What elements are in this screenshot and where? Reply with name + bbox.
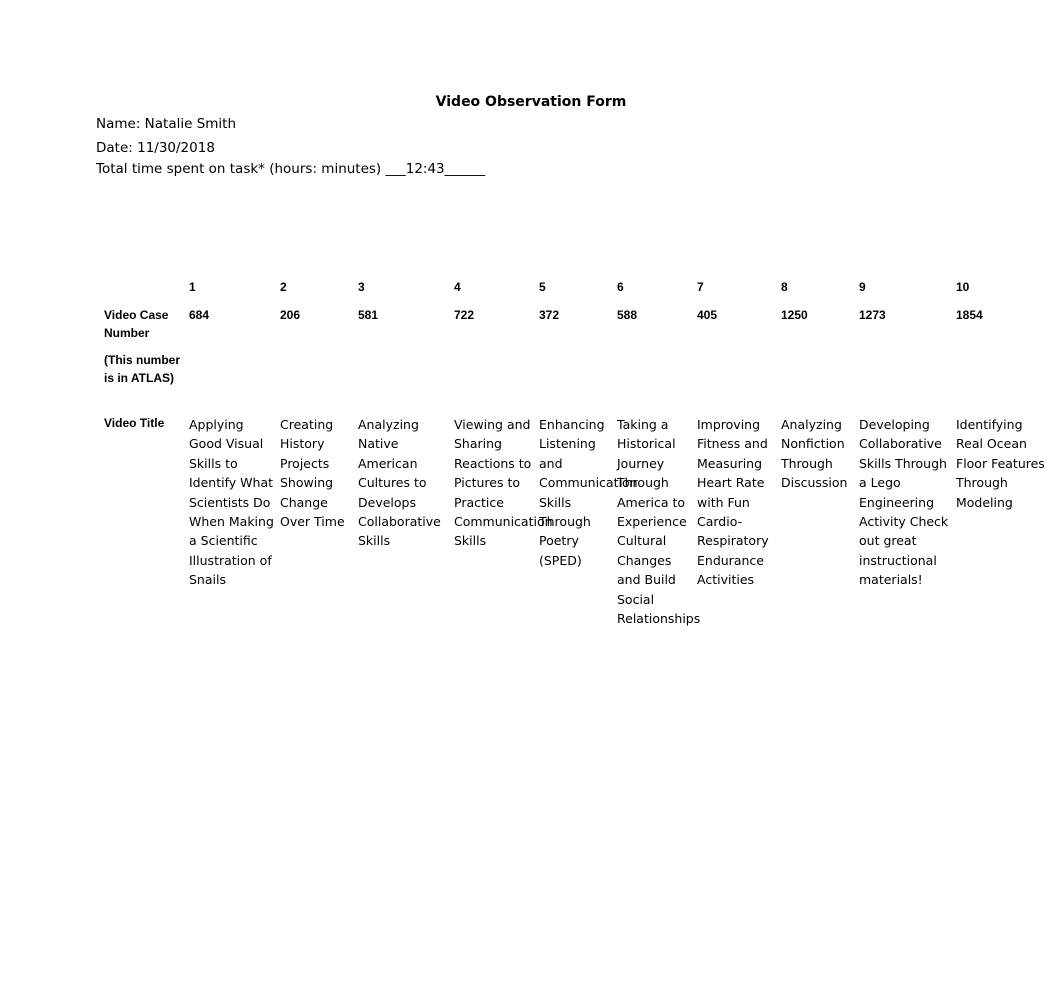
case-number: 405 [697,308,718,322]
video-title: Developing Collaborative Skills Through … [859,417,949,588]
video-title: Identifying Real Ocean Floor Features Th… [956,417,1045,510]
video-title: Viewing and Sharing Reactions to Picture… [454,417,553,549]
video-title: Taking a Historical Journey Through Amer… [617,417,701,627]
row-label-case-number-note: (This number is in ATLAS) [104,353,181,385]
case-number: 372 [539,308,560,322]
case-number: 722 [454,308,475,322]
column-index: 3 [358,280,365,294]
case-number: 1854 [956,308,983,322]
video-title: Analyzing Nonfiction Through Discussion [781,417,848,491]
case-number: 206 [280,308,301,322]
column-index: 8 [781,280,788,294]
column-index: 7 [697,280,704,294]
case-number: 1250 [781,308,808,322]
video-title: Improving Fitness and Measuring Heart Ra… [697,417,769,588]
column-index: 2 [280,280,287,294]
case-number: 1273 [859,308,886,322]
column-index: 4 [454,280,461,294]
video-title: Creating History Projects Showing Change… [280,417,345,530]
case-number: 684 [189,308,210,322]
column-index: 6 [617,280,624,294]
case-number: 581 [358,308,379,322]
time-spent-field: Total time spent on task* (hours: minute… [96,161,486,177]
row-label-case-number: Video Case Number [104,308,169,340]
row-label-video-title: Video Title [104,416,165,430]
video-title: Analyzing Native American Cultures to De… [358,417,441,549]
date-field: Date: 11/30/2018 [96,140,215,156]
column-index: 9 [859,280,866,294]
name-field: Name: Natalie Smith [96,116,237,132]
case-number: 588 [617,308,638,322]
column-index: 1 [189,280,196,294]
column-index: 5 [539,280,546,294]
form-title: Video Observation Form [435,94,627,110]
column-index: 10 [956,280,970,294]
video-title: Enhancing Listening and Communication Sk… [539,417,638,568]
video-title: Applying Good Visual Skills to Identify … [189,417,274,588]
